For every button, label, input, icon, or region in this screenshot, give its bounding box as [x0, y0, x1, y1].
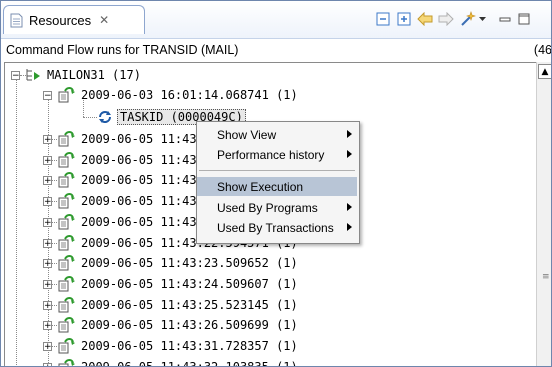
run-label: 2009-06-05 11:43	[81, 215, 197, 229]
expand-toggle-icon[interactable]: +	[43, 135, 52, 145]
run-icon	[58, 276, 75, 292]
run-icon	[58, 338, 75, 354]
expand-toggle-icon[interactable]: +	[43, 363, 52, 366]
expand-toggle-icon[interactable]: +	[43, 176, 52, 186]
run-icon	[58, 193, 75, 209]
back-arrow-icon[interactable]	[416, 10, 434, 28]
menu-separator	[199, 170, 355, 171]
context-menu: Show View Performance history Show Execu…	[196, 121, 360, 244]
run-label: 2009-06-05 11:43:32.103835 (1)	[81, 360, 298, 367]
tree-guide-line	[52, 222, 57, 223]
tree-guide-line	[52, 305, 57, 306]
menu-item-label: Performance history	[217, 147, 325, 162]
menu-item-label: Show View	[217, 127, 277, 142]
tree-guide-line	[52, 160, 57, 161]
run-label: 2009-06-05 11:43:25.523145 (1)	[81, 298, 298, 312]
run-label: 2009-06-05 11:43	[81, 153, 197, 167]
tree-guide-line	[52, 284, 57, 285]
menu-item-performance-history[interactable]: Performance history	[197, 145, 357, 164]
scroll-up-icon[interactable]: ▲	[538, 64, 551, 79]
collapse-toggle-icon[interactable]: −	[43, 91, 52, 101]
tree-guide-line	[83, 117, 97, 118]
expand-toggle-icon[interactable]: +	[43, 342, 52, 352]
dropdown-chevron-icon[interactable]	[477, 10, 487, 28]
tree-guide-line	[52, 139, 57, 140]
run-label: 2009-06-05 11:43	[81, 173, 197, 187]
expand-toggle-icon[interactable]: +	[43, 197, 52, 207]
tree-guide-line	[52, 243, 57, 244]
menu-item-show-view[interactable]: Show View	[197, 125, 357, 144]
run-label: 2009-06-05 11:43:23.509652 (1)	[81, 256, 298, 270]
expand-all-icon[interactable]	[395, 10, 413, 28]
run-icon	[58, 235, 75, 251]
expand-toggle-icon[interactable]: +	[43, 280, 52, 290]
run-icon	[58, 255, 75, 271]
run-icon	[58, 172, 75, 188]
filter-wand-icon[interactable]	[460, 10, 478, 28]
expand-toggle-icon[interactable]: +	[43, 301, 52, 311]
expand-toggle-icon[interactable]: +	[43, 239, 52, 249]
tree-guide-line	[16, 76, 17, 366]
menu-item-label: Show Execution	[217, 179, 304, 194]
run-icon	[58, 87, 75, 103]
view-subtitle: Command Flow runs for TRANSID (MAIL)	[6, 43, 239, 57]
run-label: 2009-06-05 11:43	[81, 194, 197, 208]
run-label: 2009-06-03 16:01:14.068741 (1)	[81, 88, 298, 102]
run-icon	[58, 214, 75, 230]
view-tab-bar: Resources ✕	[1, 1, 551, 39]
scroll-grip-icon[interactable]: ≡	[542, 272, 550, 282]
tab-label: Resources	[29, 12, 92, 28]
resources-view: Resources ✕ Command Flow runs for TRANSI…	[0, 0, 552, 367]
tree-root-label: MAILON31 (17)	[47, 68, 141, 82]
submenu-arrow-icon	[347, 130, 352, 138]
maximize-icon[interactable]	[515, 10, 533, 28]
collapse-toggle-icon[interactable]: −	[11, 71, 20, 81]
tree-guide-line	[52, 263, 57, 264]
vertical-scrollbar[interactable]: ▲ ≡	[536, 62, 551, 366]
tree-guide-line	[52, 180, 57, 181]
run-label: 2009-06-05 11:43:24.509607 (1)	[81, 277, 298, 291]
menu-item-label: Used By Programs	[217, 200, 318, 215]
expand-toggle-icon[interactable]: +	[43, 218, 52, 228]
menu-item-show-execution[interactable]: Show Execution	[197, 177, 357, 196]
forward-arrow-icon[interactable]	[437, 10, 455, 28]
run-label: 2009-06-05 11:43:26.509699 (1)	[81, 318, 298, 332]
run-icon	[58, 317, 75, 333]
document-icon	[10, 13, 23, 27]
program-tree-icon	[26, 69, 40, 81]
expand-toggle-icon[interactable]: +	[43, 321, 52, 331]
run-icon	[58, 359, 75, 366]
run-label: 2009-06-05 11:43:31.728357 (1)	[81, 339, 298, 353]
menu-item-label: Used By Transactions	[217, 220, 334, 235]
submenu-arrow-icon	[347, 203, 352, 211]
tab-resources[interactable]: Resources ✕	[3, 5, 145, 34]
run-icon	[58, 131, 75, 147]
run-icon	[58, 152, 75, 168]
submenu-arrow-icon	[347, 150, 352, 158]
tree-guide-line	[52, 201, 57, 202]
tree-guide-line	[52, 325, 57, 326]
tree-guide-line	[52, 346, 57, 347]
collapse-all-icon[interactable]	[374, 10, 392, 28]
expand-toggle-icon[interactable]: +	[43, 259, 52, 269]
run-icon	[58, 297, 75, 313]
expand-toggle-icon[interactable]: +	[43, 156, 52, 166]
run-count: (46	[533, 43, 552, 57]
close-tab-icon[interactable]: ✕	[99, 13, 109, 27]
task-cycle-icon	[99, 111, 111, 123]
menu-item-used-by-programs[interactable]: Used By Programs	[197, 198, 357, 217]
submenu-arrow-icon	[347, 223, 352, 231]
run-label: 2009-06-05 11:43	[81, 132, 197, 146]
menu-item-used-by-transactions[interactable]: Used By Transactions	[197, 218, 357, 237]
minimize-icon[interactable]	[496, 10, 514, 28]
